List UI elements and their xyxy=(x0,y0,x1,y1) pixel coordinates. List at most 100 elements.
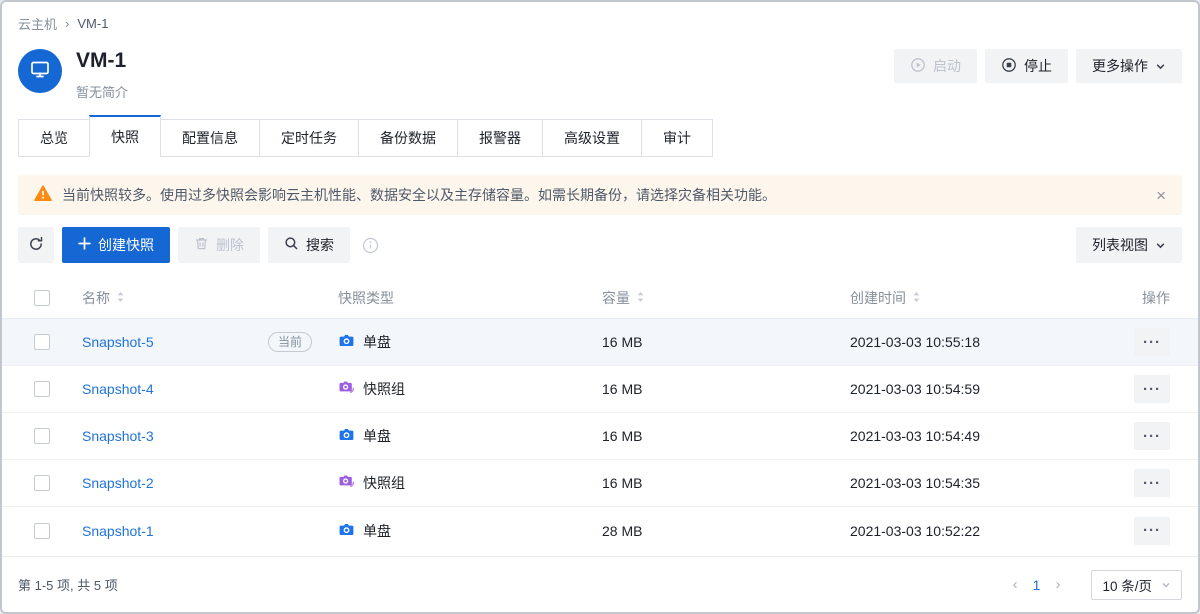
trash-icon xyxy=(194,236,209,254)
snapshot-single-icon xyxy=(338,521,355,541)
tab-audit[interactable]: 审计 xyxy=(641,119,713,157)
snapshot-name-link[interactable]: Snapshot-4 xyxy=(82,381,154,397)
close-icon[interactable]: × xyxy=(1156,187,1166,204)
tab-overview[interactable]: 总览 xyxy=(18,119,90,157)
breadcrumb-vm-list[interactable]: 云主机 xyxy=(18,14,57,33)
row-checkbox[interactable] xyxy=(34,334,50,350)
play-circle-icon xyxy=(910,57,926,76)
tab-bar: 总览 快照 配置信息 定时任务 备份数据 报警器 高级设置 审计 xyxy=(2,115,1198,157)
chevron-down-icon xyxy=(1155,61,1166,72)
info-icon[interactable] xyxy=(362,237,379,254)
stop-vm-button[interactable]: 停止 xyxy=(985,49,1068,83)
current-badge: 当前 xyxy=(268,332,312,352)
page-title: VM-1 xyxy=(76,49,128,73)
snapshot-created-time: 2021-03-03 10:54:35 xyxy=(850,475,1132,491)
snapshot-type-label: 快照组 xyxy=(363,473,405,493)
tab-configuration[interactable]: 配置信息 xyxy=(160,119,260,157)
snapshot-capacity: 28 MB xyxy=(602,523,850,539)
chevron-down-icon xyxy=(1161,580,1171,590)
monitor-icon xyxy=(28,57,52,86)
snapshot-type-label: 快照组 xyxy=(363,379,405,399)
stop-circle-icon xyxy=(1001,57,1017,76)
breadcrumb: 云主机 › VM-1 xyxy=(18,14,1182,33)
snapshot-type-label: 单盘 xyxy=(363,521,391,541)
sort-icon xyxy=(116,290,125,306)
snapshot-group-icon xyxy=(338,379,355,399)
more-actions-button[interactable]: 更多操作 xyxy=(1076,49,1182,83)
snapshot-created-time: 2021-03-03 10:52:22 xyxy=(850,523,1132,539)
prev-page-icon[interactable]: ‹ xyxy=(1013,576,1018,593)
warning-triangle-icon xyxy=(34,185,52,205)
page-number[interactable]: 1 xyxy=(1033,577,1041,593)
tab-backup-data[interactable]: 备份数据 xyxy=(358,119,458,157)
select-all-checkbox[interactable] xyxy=(34,290,50,306)
snapshot-created-time: 2021-03-03 10:54:49 xyxy=(850,428,1132,444)
snapshot-name-link[interactable]: Snapshot-5 xyxy=(82,334,154,350)
plus-icon xyxy=(78,237,91,253)
row-checkbox[interactable] xyxy=(34,523,50,539)
snapshot-table: 名称 快照类型 容量 创建时间 操作 Snapshot-5 当前 xyxy=(2,277,1198,554)
page-size-select[interactable]: 10 条/页 xyxy=(1091,570,1182,600)
snapshot-warning-banner: 当前快照较多。使用过多快照会影响云主机性能、数据安全以及主存储容量。如需长期备份… xyxy=(18,175,1182,215)
snapshot-created-time: 2021-03-03 10:54:59 xyxy=(850,381,1132,397)
tab-snapshots[interactable]: 快照 xyxy=(89,115,161,157)
snapshot-group-icon xyxy=(338,473,355,493)
snapshot-single-icon xyxy=(338,332,355,352)
next-page-icon[interactable]: › xyxy=(1055,576,1060,593)
pagination-summary: 第 1-5 项, 共 5 项 xyxy=(18,575,118,594)
tab-alarms[interactable]: 报警器 xyxy=(457,119,543,157)
snapshot-created-time: 2021-03-03 10:55:18 xyxy=(850,334,1132,350)
sort-icon xyxy=(912,290,921,306)
table-row: Snapshot-1 单盘 28 MB 2021-03-03 10:52:22 … xyxy=(2,507,1198,554)
breadcrumb-separator: › xyxy=(65,16,69,31)
table-row: Snapshot-5 当前 单盘 16 MB 2021-03-03 10:55:… xyxy=(2,319,1198,366)
row-checkbox[interactable] xyxy=(34,381,50,397)
row-actions-button[interactable]: ··· xyxy=(1134,328,1170,356)
column-header-actions: 操作 xyxy=(1142,288,1170,308)
table-row: Snapshot-3 单盘 16 MB 2021-03-03 10:54:49 … xyxy=(2,413,1198,460)
pagination: ‹ 1 › 10 条/页 xyxy=(1013,570,1182,600)
table-row: Snapshot-2 快照组 16 MB 2021-03-03 10:54:35… xyxy=(2,460,1198,507)
snapshot-name-link[interactable]: Snapshot-1 xyxy=(82,523,154,539)
page-header: VM-1 暂无简介 启动 停止 更多操作 xyxy=(2,49,1198,101)
snapshot-capacity: 16 MB xyxy=(602,334,850,350)
start-vm-button[interactable]: 启动 xyxy=(894,49,977,83)
row-actions-button[interactable]: ··· xyxy=(1134,375,1170,403)
refresh-icon xyxy=(28,236,44,255)
snapshot-single-icon xyxy=(338,426,355,446)
row-checkbox[interactable] xyxy=(34,475,50,491)
column-header-type: 快照类型 xyxy=(338,288,394,308)
search-icon xyxy=(284,236,299,254)
chevron-down-icon xyxy=(1155,240,1166,251)
create-snapshot-button[interactable]: 创建快照 xyxy=(62,227,170,263)
search-button[interactable]: 搜索 xyxy=(268,227,350,263)
snapshot-type-label: 单盘 xyxy=(363,332,391,352)
tab-scheduled-tasks[interactable]: 定时任务 xyxy=(259,119,359,157)
snapshot-toolbar: 创建快照 删除 搜索 列表视图 xyxy=(18,227,1182,263)
page-subtitle: 暂无简介 xyxy=(76,82,128,101)
tab-advanced-settings[interactable]: 高级设置 xyxy=(542,119,642,157)
snapshot-capacity: 16 MB xyxy=(602,428,850,444)
snapshot-capacity: 16 MB xyxy=(602,381,850,397)
column-header-name[interactable]: 名称 xyxy=(82,288,125,308)
view-mode-dropdown[interactable]: 列表视图 xyxy=(1076,227,1182,263)
snapshot-name-link[interactable]: Snapshot-3 xyxy=(82,428,154,444)
row-checkbox[interactable] xyxy=(34,428,50,444)
snapshot-name-link[interactable]: Snapshot-2 xyxy=(82,475,154,491)
snapshot-capacity: 16 MB xyxy=(602,475,850,491)
column-header-capacity[interactable]: 容量 xyxy=(602,288,645,308)
table-header: 名称 快照类型 容量 创建时间 操作 xyxy=(2,277,1198,319)
snapshot-type-label: 单盘 xyxy=(363,426,391,446)
sort-icon xyxy=(636,290,645,306)
row-actions-button[interactable]: ··· xyxy=(1134,469,1170,497)
row-actions-button[interactable]: ··· xyxy=(1134,422,1170,450)
banner-message: 当前快照较多。使用过多快照会影响云主机性能、数据安全以及主存储容量。如需长期备份… xyxy=(62,185,776,205)
row-actions-button[interactable]: ··· xyxy=(1134,517,1170,545)
column-header-created[interactable]: 创建时间 xyxy=(850,288,921,308)
vm-detail-page: 云主机 › VM-1 VM-1 暂无简介 启动 xyxy=(0,0,1200,614)
table-footer: 第 1-5 项, 共 5 项 ‹ 1 › 10 条/页 xyxy=(2,556,1198,612)
refresh-button[interactable] xyxy=(18,227,54,263)
table-row: Snapshot-4 快照组 16 MB 2021-03-03 10:54:59… xyxy=(2,366,1198,413)
delete-snapshot-button[interactable]: 删除 xyxy=(178,227,260,263)
vm-avatar xyxy=(18,49,62,93)
